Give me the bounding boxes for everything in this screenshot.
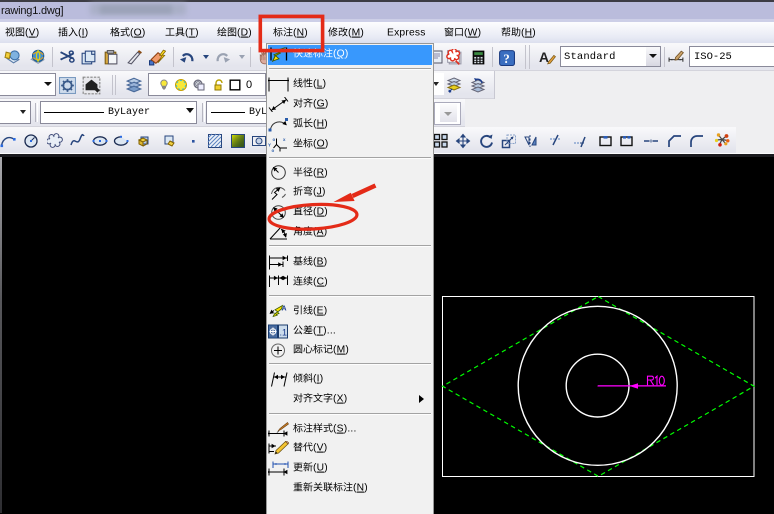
svg-text:(L): (L) xyxy=(313,79,326,90)
svg-text:.1: .1 xyxy=(280,327,288,337)
svg-text:(C): (C) xyxy=(313,276,328,287)
svg-text:(U): (U) xyxy=(313,462,328,473)
svg-text:(M): (M) xyxy=(333,344,349,355)
svg-text:(A): (A) xyxy=(313,227,327,238)
svg-text:(X): (X) xyxy=(333,394,347,405)
svg-text:o: o xyxy=(272,148,275,152)
svg-text:x: x xyxy=(283,137,286,142)
svg-text:(S)...: (S)... xyxy=(333,423,357,434)
svg-text:A: A xyxy=(282,305,287,312)
svg-text:(N): (N) xyxy=(353,482,368,493)
svg-text:(R): (R) xyxy=(313,167,328,178)
svg-text:(H): (H) xyxy=(313,119,328,130)
svg-text:(T)...: (T)... xyxy=(313,325,336,336)
svg-text:(J): (J) xyxy=(313,187,326,198)
svg-text:(Q): (Q) xyxy=(333,49,349,60)
svg-text:Y: Y xyxy=(268,142,271,147)
svg-text:(B): (B) xyxy=(313,256,327,267)
svg-text:(G): (G) xyxy=(313,98,329,109)
svg-text:o: o xyxy=(273,137,276,142)
svg-text:(V): (V) xyxy=(313,443,327,454)
svg-text:(D): (D) xyxy=(313,207,328,218)
svg-text:(O): (O) xyxy=(313,138,329,149)
svg-text:(E): (E) xyxy=(313,305,327,316)
svg-text:(I): (I) xyxy=(313,374,323,385)
